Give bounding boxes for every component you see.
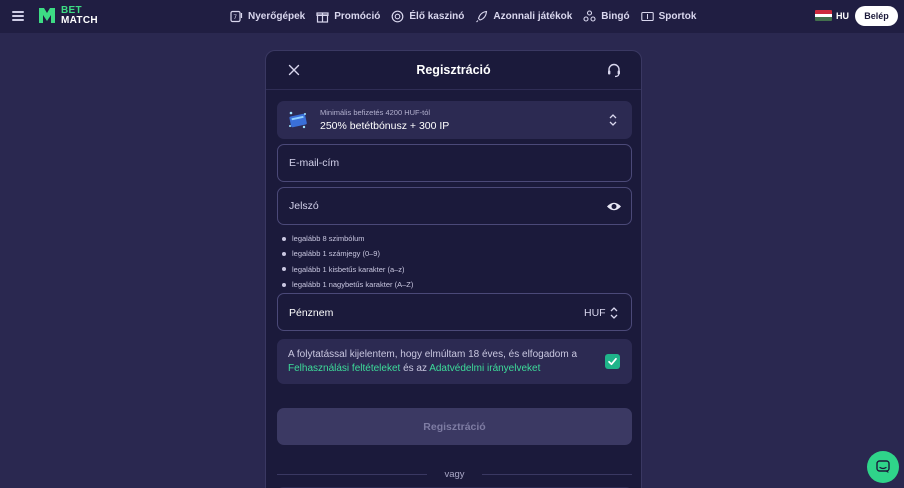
bingo-icon	[583, 10, 596, 22]
betmatch-logo-icon	[39, 8, 55, 23]
register-button[interactable]: Regisztráció	[277, 408, 632, 445]
casino-chip-icon	[391, 10, 404, 23]
chevron-up-down-icon	[609, 114, 617, 126]
support-headset-icon[interactable]	[606, 62, 622, 78]
password-rules-list: legalább 8 szimbólum legalább 1 számjegy…	[282, 231, 413, 292]
logo-text-bet: BET	[61, 4, 82, 16]
email-field[interactable]	[277, 144, 632, 182]
consent-checkbox[interactable]	[605, 354, 620, 369]
password-field[interactable]	[277, 187, 632, 225]
gift-icon	[316, 12, 329, 23]
terms-link[interactable]: Felhasználási feltételeket	[288, 363, 400, 374]
nav-item-live-casino[interactable]: Élő kaszinó	[391, 10, 464, 23]
list-item: legalább 1 nagybetűs karakter (A–Z)	[282, 277, 413, 292]
list-item: legalább 8 szimbólum	[282, 231, 413, 246]
registration-modal: Regisztráció Minimális befizetés 4200 HU…	[265, 50, 642, 488]
currency-label: Pénznem	[289, 307, 334, 319]
bonus-min-deposit: Minimális befizetés 4200 HUF-tól	[320, 108, 431, 117]
nav-item-promotions[interactable]: Promóció	[316, 10, 380, 23]
consent-text: A folytatással kijelentem, hogy elmúltam…	[288, 349, 578, 374]
nav-item-instant-games[interactable]: Azonnali játékok	[475, 10, 572, 23]
scoreboard-icon	[640, 11, 654, 22]
hungary-flag-icon	[815, 10, 832, 21]
nav-label: Nyerőgépek	[248, 11, 306, 22]
nav-item-sports[interactable]: Sportok	[640, 10, 697, 23]
currency-select[interactable]: Pénznem HUF	[277, 293, 632, 331]
or-divider: vagy	[277, 468, 632, 480]
language-selector[interactable]: HU	[815, 10, 849, 21]
list-item: legalább 1 kisbetűs karakter (a–z)	[282, 262, 413, 277]
bonus-selector[interactable]: Minimális befizetés 4200 HUF-tól 250% be…	[277, 101, 632, 139]
bonus-offer: 250% betétbónusz + 300 IP	[320, 120, 450, 132]
chevron-up-down-icon	[610, 307, 618, 319]
live-chat-button[interactable]	[867, 451, 899, 483]
nav-label: Sportok	[658, 11, 697, 22]
svg-text:7: 7	[233, 14, 237, 21]
rocket-icon	[476, 10, 488, 23]
language-code: HU	[836, 10, 849, 21]
email-input[interactable]	[278, 145, 631, 181]
nav-label: Bingó	[601, 11, 630, 22]
logo[interactable]: BET MATCH	[37, 5, 98, 26]
eye-icon[interactable]	[606, 200, 622, 213]
logo-text-match: MATCH	[61, 14, 98, 26]
divider-label: vagy	[444, 469, 465, 480]
main-nav: 7 Nyerőgépek Promóció Élő kaszinó Azonna…	[230, 0, 707, 33]
nav-label: Élő kaszinó	[409, 11, 465, 22]
nav-label: Promóció	[334, 11, 381, 22]
nav-item-slots[interactable]: 7 Nyerőgépek	[230, 10, 305, 23]
privacy-link[interactable]: Adatvédelmi irányelveket	[429, 363, 540, 374]
login-button[interactable]: Belép	[855, 6, 898, 26]
chat-icon	[876, 460, 890, 473]
nav-label: Azonnali játékok	[493, 11, 573, 22]
currency-value: HUF	[584, 307, 606, 319]
nav-item-bingo[interactable]: Bingó	[583, 10, 630, 23]
slot-machine-icon: 7	[230, 10, 243, 23]
menu-icon[interactable]	[12, 11, 24, 21]
list-item: legalább 1 számjegy (0–9)	[282, 246, 413, 261]
modal-header: Regisztráció	[266, 51, 641, 90]
checkmark-icon	[608, 357, 617, 366]
terms-consent: A folytatással kijelentem, hogy elmúltam…	[277, 339, 632, 384]
bonus-gift-icon	[289, 111, 307, 129]
modal-title: Regisztráció	[416, 63, 491, 77]
top-navigation-bar: BET MATCH 7 Nyerőgépek Promóció Élő kasz…	[0, 0, 904, 33]
password-input[interactable]	[278, 188, 631, 224]
